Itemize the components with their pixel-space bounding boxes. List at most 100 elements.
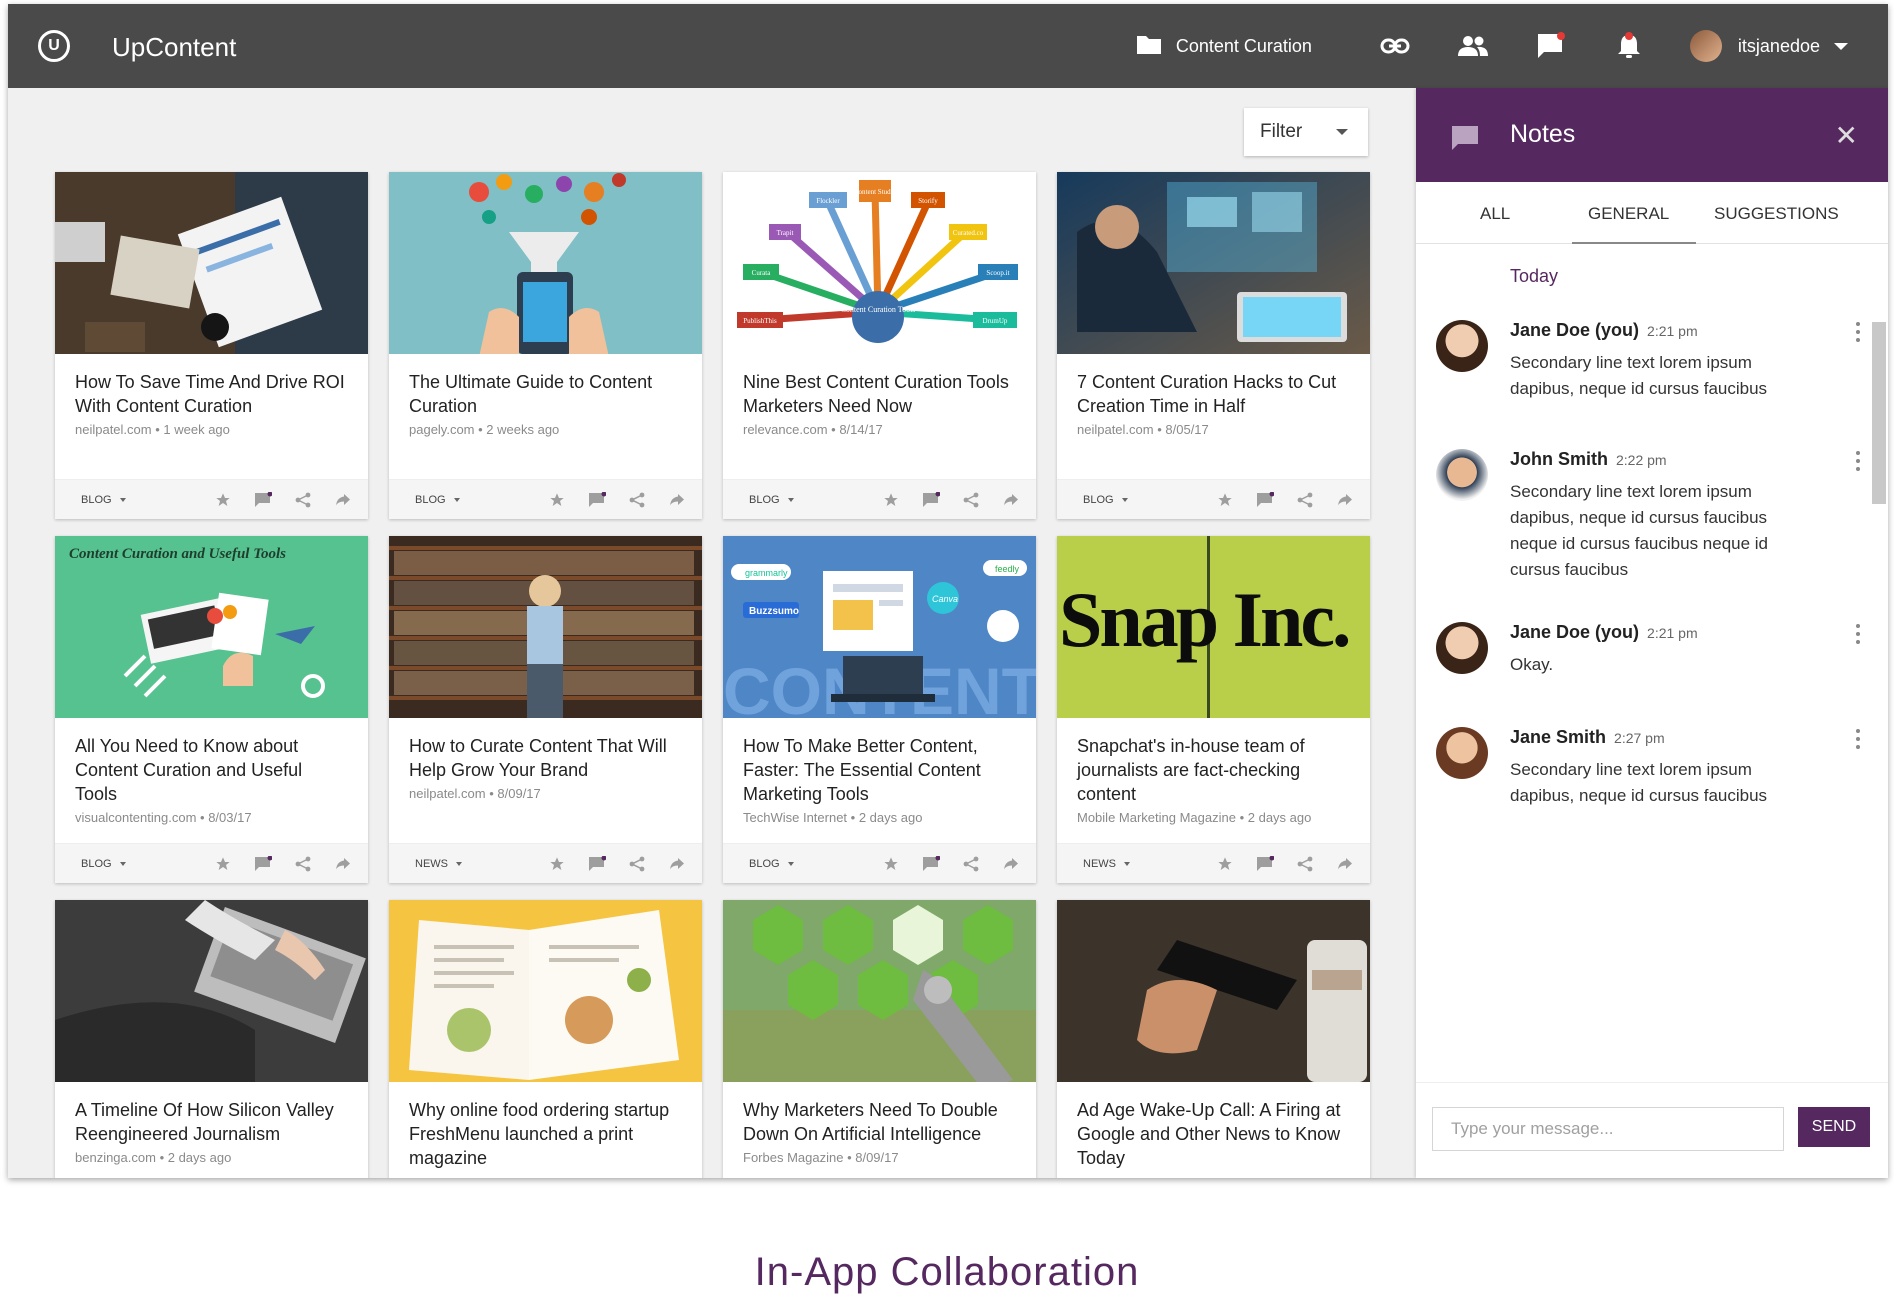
user-menu[interactable]: itsjanedoe	[1689, 30, 1848, 62]
people-icon[interactable]	[1457, 30, 1489, 62]
workspace-selector[interactable]: Content Curation	[1136, 33, 1312, 60]
article-title[interactable]: Snapchat's in-house team of journalists …	[1077, 734, 1350, 806]
close-icon[interactable]: ✕	[1835, 122, 1858, 150]
article-card[interactable]: Snap Inc. Snapchat's in-house team of jo…	[1057, 536, 1370, 883]
article-card[interactable]: How To Save Time And Drive ROI With Cont…	[55, 172, 368, 519]
svg-text:DrumUp: DrumUp	[983, 317, 1008, 325]
article-title[interactable]: Why online food ordering startup FreshMe…	[409, 1098, 682, 1170]
forward-icon[interactable]	[1336, 491, 1354, 509]
content-type-dropdown[interactable]: BLOG	[749, 858, 860, 870]
more-vert-icon[interactable]	[1856, 624, 1860, 648]
message-input[interactable]	[1432, 1107, 1784, 1151]
article-card[interactable]: The Ultimate Guide to Content Curation p…	[389, 172, 702, 519]
article-card[interactable]: Content Curation and Useful Tools All Yo…	[55, 536, 368, 883]
comment-icon[interactable]	[922, 855, 940, 873]
svg-text:Storify: Storify	[918, 197, 938, 205]
card-action-bar: BLOG	[55, 843, 368, 883]
share-icon[interactable]	[1296, 491, 1314, 509]
article-title[interactable]: The Ultimate Guide to Content Curation	[409, 370, 682, 418]
upcontent-logo[interactable]: U	[38, 30, 70, 62]
article-title[interactable]: All You Need to Know about Content Curat…	[75, 734, 348, 806]
chat-icon[interactable]	[1535, 30, 1567, 62]
tab-suggestions[interactable]: SUGGESTIONS	[1714, 204, 1839, 224]
filter-label: Filter	[1260, 121, 1303, 142]
article-title[interactable]: A Timeline Of How Silicon Valley Reengin…	[75, 1098, 348, 1146]
content-type-label: NEWS	[1083, 857, 1116, 870]
star-icon[interactable]	[214, 855, 232, 873]
star-icon[interactable]	[214, 491, 232, 509]
filter-dropdown[interactable]: Filter	[1244, 108, 1368, 156]
share-icon[interactable]	[962, 855, 980, 873]
content-type-dropdown[interactable]: BLOG	[81, 858, 192, 870]
share-icon[interactable]	[294, 491, 312, 509]
comment-icon[interactable]	[1256, 491, 1274, 509]
svg-text:grammarly: grammarly	[745, 568, 788, 578]
more-vert-icon[interactable]	[1856, 322, 1860, 346]
article-title[interactable]: Ad Age Wake-Up Call: A Firing at Google …	[1077, 1098, 1350, 1170]
tab-all[interactable]: ALL	[1480, 204, 1510, 224]
share-icon[interactable]	[628, 491, 646, 509]
share-icon[interactable]	[1296, 855, 1314, 873]
star-icon[interactable]	[882, 491, 900, 509]
article-title[interactable]: Why Marketers Need To Double Down On Art…	[743, 1098, 1016, 1146]
comment-icon[interactable]	[1256, 855, 1274, 873]
article-source: TechWise Internet	[743, 810, 848, 825]
article-title[interactable]: How To Save Time And Drive ROI With Cont…	[75, 370, 348, 418]
forward-icon[interactable]	[334, 491, 352, 509]
share-icon[interactable]	[628, 855, 646, 873]
content-type-dropdown[interactable]: BLOG	[749, 494, 860, 506]
share-icon[interactable]	[294, 855, 312, 873]
article-card[interactable]: A Timeline Of How Silicon Valley Reengin…	[55, 900, 368, 1178]
comment-icon[interactable]	[588, 491, 606, 509]
content-type-label: BLOG	[1083, 493, 1114, 506]
article-title[interactable]: 7 Content Curation Hacks to Cut Creation…	[1077, 370, 1350, 418]
forward-icon[interactable]	[1002, 855, 1020, 873]
star-icon[interactable]	[548, 491, 566, 509]
comment-icon[interactable]	[254, 491, 272, 509]
article-source: benzinga.com	[75, 1150, 156, 1165]
article-card[interactable]: How to Curate Content That Will Help Gro…	[389, 536, 702, 883]
article-card[interactable]: Why online food ordering startup FreshMe…	[389, 900, 702, 1178]
article-title[interactable]: How To Make Better Content, Faster: The …	[743, 734, 1016, 806]
note-time: 2:21 pm	[1647, 323, 1698, 339]
content-type-dropdown[interactable]: BLOG	[415, 494, 526, 506]
article-card[interactable]: 7 Content Curation Hacks to Cut Creation…	[1057, 172, 1370, 519]
bell-icon[interactable]	[1613, 30, 1645, 62]
comment-icon[interactable]	[254, 855, 272, 873]
more-vert-icon[interactable]	[1856, 451, 1860, 475]
more-vert-icon[interactable]	[1856, 729, 1860, 753]
article-meta: Forbes Magazine • 8/09/17	[743, 1150, 899, 1165]
content-type-label: BLOG	[749, 857, 780, 870]
comment-icon[interactable]	[922, 491, 940, 509]
article-title[interactable]: Nine Best Content Curation Tools Markete…	[743, 370, 1016, 418]
article-card[interactable]: Content Curation Tools Flockler Content …	[723, 172, 1036, 519]
forward-icon[interactable]	[668, 855, 686, 873]
star-icon[interactable]	[882, 855, 900, 873]
content-type-label: BLOG	[81, 493, 112, 506]
svg-text:Scoop.it: Scoop.it	[986, 269, 1009, 277]
content-type-dropdown[interactable]: NEWS	[1083, 858, 1194, 870]
article-thumbnail	[723, 900, 1036, 1082]
send-button[interactable]: SEND	[1798, 1107, 1870, 1147]
article-card[interactable]: Why Marketers Need To Double Down On Art…	[723, 900, 1036, 1178]
share-icon[interactable]	[962, 491, 980, 509]
comment-icon[interactable]	[588, 855, 606, 873]
star-icon[interactable]	[548, 855, 566, 873]
forward-icon[interactable]	[1002, 491, 1020, 509]
star-icon[interactable]	[1216, 855, 1234, 873]
article-card[interactable]: CONTENT grammarly Buzzsumo feedly Canva	[723, 536, 1036, 883]
article-card[interactable]: Ad Age Wake-Up Call: A Firing at Google …	[1057, 900, 1370, 1178]
forward-icon[interactable]	[334, 855, 352, 873]
content-type-dropdown[interactable]: BLOG	[81, 494, 192, 506]
star-icon[interactable]	[1216, 491, 1234, 509]
forward-icon[interactable]	[1336, 855, 1354, 873]
link-icon[interactable]	[1379, 30, 1411, 62]
content-type-dropdown[interactable]: BLOG	[1083, 494, 1194, 506]
app-window: U UpContent Content Curation itsjanedoe …	[8, 4, 1888, 1178]
forward-icon[interactable]	[668, 491, 686, 509]
tab-general[interactable]: GENERAL	[1588, 204, 1669, 224]
content-type-dropdown[interactable]: NEWS	[415, 858, 526, 870]
topbar-actions: Content Curation itsjanedoe	[1136, 4, 1888, 88]
scrollbar[interactable]	[1872, 322, 1886, 504]
article-title[interactable]: How to Curate Content That Will Help Gro…	[409, 734, 682, 782]
